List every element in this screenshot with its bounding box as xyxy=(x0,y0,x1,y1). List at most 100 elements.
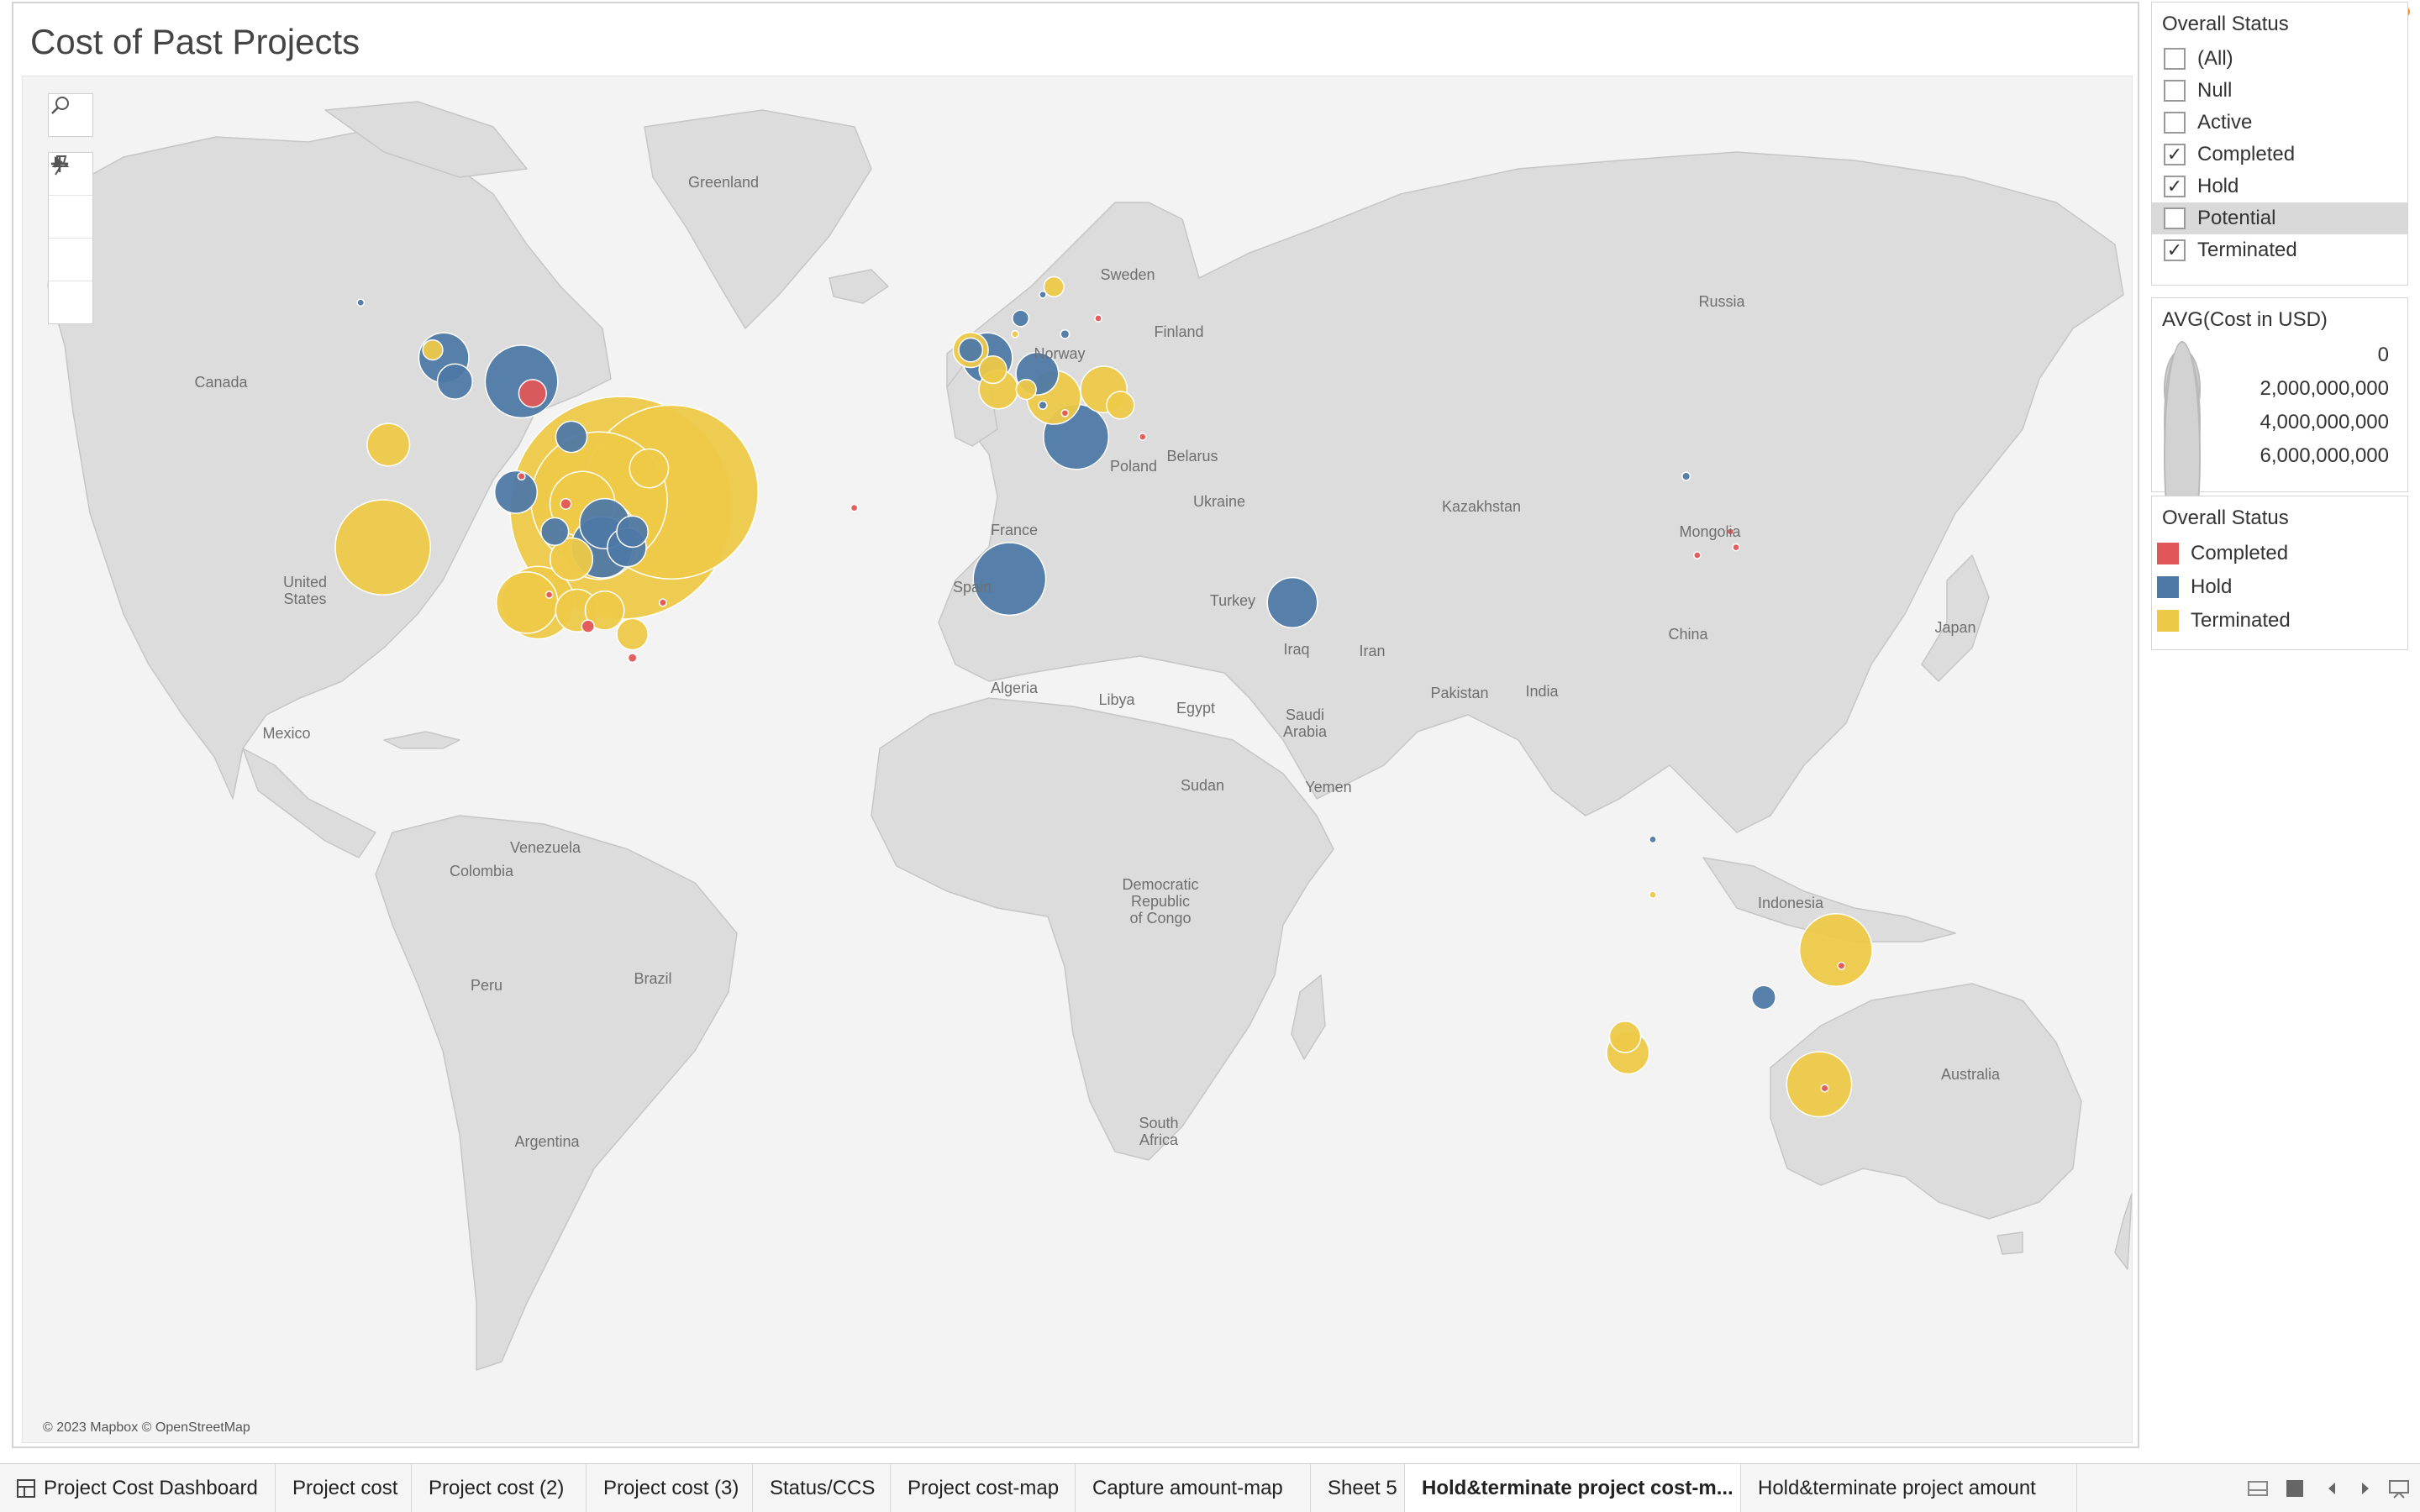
map-label: India xyxy=(1525,683,1559,700)
project-point-completed[interactable] xyxy=(1138,433,1147,441)
checkbox[interactable] xyxy=(2164,112,2186,134)
project-point-terminated[interactable] xyxy=(1649,890,1657,900)
project-point-terminated[interactable] xyxy=(1798,913,1873,987)
checkbox[interactable]: ✓ xyxy=(2164,144,2186,165)
map-label: Greenland xyxy=(687,174,760,191)
map-canvas[interactable] xyxy=(23,76,2132,1442)
project-point-hold[interactable] xyxy=(958,337,984,363)
color-legend-item-completed[interactable]: Completed xyxy=(2152,537,2407,570)
project-point-terminated[interactable] xyxy=(422,339,444,361)
project-point-completed[interactable] xyxy=(1837,961,1846,970)
checkbox[interactable] xyxy=(2164,48,2186,70)
color-legend-item-hold[interactable]: Hold xyxy=(2152,570,2407,604)
filmstrip-icon[interactable] xyxy=(2247,1478,2269,1499)
filter-option-terminated[interactable]: ✓ Terminated xyxy=(2152,234,2407,266)
project-point-completed[interactable] xyxy=(518,379,547,408)
size-legend-title: AVG(Cost in USD) xyxy=(2162,308,2328,331)
sheet-tab[interactable]: Capture amount-map xyxy=(1076,1464,1311,1512)
project-point-completed[interactable] xyxy=(1732,543,1740,552)
map-label: Ukraine xyxy=(1192,493,1246,510)
project-point-hold[interactable] xyxy=(1266,576,1318,628)
project-point-hold[interactable] xyxy=(484,344,559,419)
project-point-terminated[interactable] xyxy=(616,617,649,651)
project-point-terminated[interactable] xyxy=(495,571,559,634)
next-icon[interactable] xyxy=(2354,1478,2376,1499)
project-point-completed[interactable] xyxy=(1692,551,1702,559)
project-point-terminated[interactable] xyxy=(1043,276,1065,298)
project-point-terminated[interactable] xyxy=(1106,391,1135,420)
pin-icon[interactable] xyxy=(49,155,92,281)
sheet-tab[interactable]: Project cost (2) xyxy=(412,1464,587,1512)
project-point-hold[interactable] xyxy=(1038,400,1048,410)
status-filter-list: (All) Null Active ✓ Completed ✓ Hold Potential ✓… xyxy=(2152,43,2407,266)
checkbox[interactable]: ✓ xyxy=(2164,176,2186,197)
project-point-hold[interactable] xyxy=(555,420,588,454)
sheet-tab[interactable]: Hold&terminate project cost-m... xyxy=(1405,1464,1741,1512)
project-point-hold[interactable] xyxy=(1751,984,1776,1011)
world-map[interactable]: Greenland Canada Russia Sweden Finland Norway… xyxy=(22,76,2133,1443)
sheet-tab[interactable]: Project cost xyxy=(276,1464,412,1512)
project-point-completed[interactable] xyxy=(1820,1084,1829,1093)
map-zoom-toolbar[interactable] xyxy=(48,152,93,324)
map-label: Algeria xyxy=(990,680,1039,696)
project-point-terminated[interactable] xyxy=(1786,1051,1853,1118)
project-point-completed[interactable] xyxy=(517,471,526,481)
project-point-hold[interactable] xyxy=(1649,835,1657,844)
project-point-completed[interactable] xyxy=(1094,314,1102,323)
map-label: Sudan xyxy=(1180,777,1225,794)
map-label: Mexico xyxy=(262,725,311,742)
checkbox[interactable]: ✓ xyxy=(2164,239,2186,261)
checkbox[interactable] xyxy=(2164,207,2186,229)
sheet-tab-label: Sheet 5 xyxy=(1328,1476,1397,1499)
project-point-hold[interactable] xyxy=(1012,309,1030,328)
search-icon[interactable] xyxy=(49,94,92,136)
project-point-completed[interactable] xyxy=(850,503,859,512)
project-point-completed[interactable] xyxy=(544,591,554,599)
filter-option-active[interactable]: Active xyxy=(2152,107,2407,139)
sheet-tab[interactable]: Project cost (3) xyxy=(587,1464,753,1512)
project-point-terminated[interactable] xyxy=(978,354,1007,385)
filter-option-null[interactable]: Null xyxy=(2152,75,2407,107)
color-legend-item-terminated[interactable]: Terminated xyxy=(2152,604,2407,638)
project-point-terminated[interactable] xyxy=(1015,378,1037,401)
prev-icon[interactable] xyxy=(2321,1478,2343,1499)
sheet-tab[interactable]: Status/CCS xyxy=(753,1464,891,1512)
sheet-tab[interactable]: Sheet 5 xyxy=(1311,1464,1405,1512)
sheet-tab[interactable]: Project Cost Dashboard xyxy=(0,1464,276,1512)
project-point-hold[interactable] xyxy=(1681,471,1691,481)
project-point-hold[interactable] xyxy=(436,363,474,400)
map-label: Pakistan xyxy=(1430,685,1489,701)
play-icon[interactable] xyxy=(49,156,92,323)
project-point-hold[interactable] xyxy=(1039,290,1047,299)
project-point-hold[interactable] xyxy=(493,470,539,514)
presentation-icon[interactable] xyxy=(2388,1478,2410,1499)
project-point-terminated[interactable] xyxy=(334,499,431,596)
sheet-tab[interactable]: Hold&terminate project amount xyxy=(1741,1464,2077,1512)
sheet-tab-label: Project cost (3) xyxy=(603,1476,739,1499)
project-point-terminated[interactable] xyxy=(629,448,670,489)
map-search-tool[interactable] xyxy=(48,93,93,137)
project-point-hold[interactable] xyxy=(540,517,570,546)
project-point-completed[interactable] xyxy=(1060,408,1070,417)
project-point-terminated[interactable] xyxy=(1011,329,1019,339)
filter-option-hold[interactable]: ✓ Hold xyxy=(2152,171,2407,202)
grid-icon[interactable] xyxy=(2284,1478,2306,1499)
project-point-completed[interactable] xyxy=(658,598,667,607)
project-point-hold[interactable] xyxy=(356,298,366,307)
sheet-tab[interactable]: Project cost-map xyxy=(891,1464,1076,1512)
filter-option-all[interactable]: (All) xyxy=(2152,43,2407,75)
project-point-hold[interactable] xyxy=(1060,328,1071,339)
project-point-terminated[interactable] xyxy=(1608,1021,1642,1053)
filter-option-completed[interactable]: ✓ Completed xyxy=(2152,139,2407,171)
landmass-central-america xyxy=(242,748,376,858)
filter-option-potential[interactable]: Potential xyxy=(2152,202,2407,234)
project-point-terminated[interactable] xyxy=(366,423,411,467)
project-point-completed[interactable] xyxy=(581,619,596,633)
project-point-hold[interactable] xyxy=(616,515,649,549)
map-label: Spain xyxy=(952,579,992,596)
minus-icon[interactable] xyxy=(49,162,92,238)
checkbox[interactable] xyxy=(2164,80,2186,102)
project-point-completed[interactable] xyxy=(627,653,638,664)
project-point-completed[interactable] xyxy=(560,497,572,510)
sheet-tab-label: Project cost xyxy=(292,1476,398,1499)
